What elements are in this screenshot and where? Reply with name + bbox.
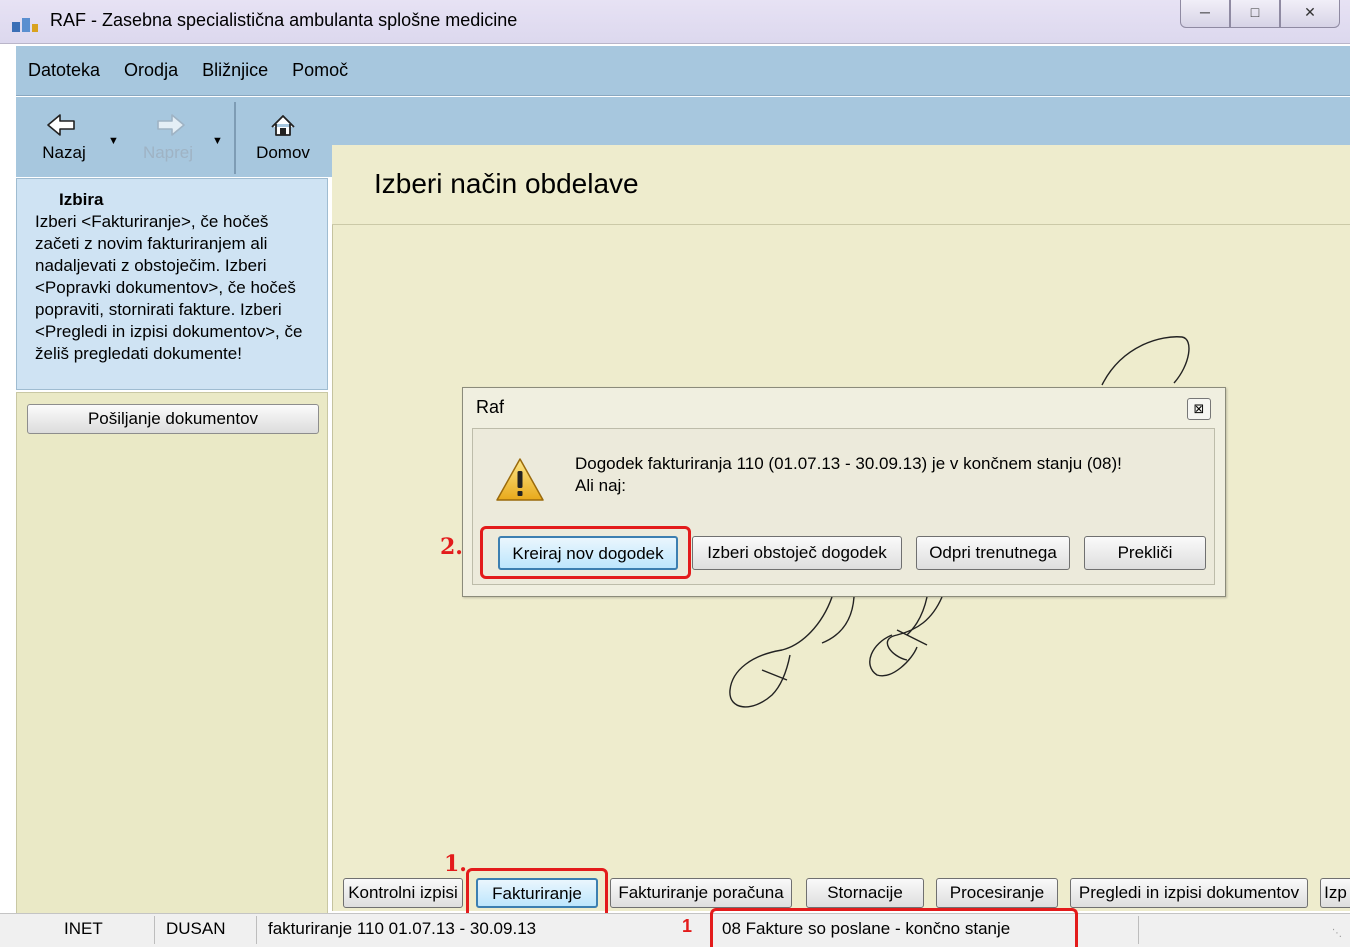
status-separator: [1138, 916, 1139, 944]
status-connection: INET: [64, 919, 103, 938]
menu-pomoc[interactable]: Pomoč: [292, 60, 348, 81]
back-button[interactable]: Nazaj: [24, 97, 104, 175]
page-title: Izberi način obdelave: [374, 168, 639, 199]
window-title: RAF - Zasebna specialistična ambulanta s…: [50, 10, 518, 30]
home-icon: [271, 115, 295, 136]
status-separator: [256, 916, 257, 944]
step-1-label: 1.: [444, 851, 467, 877]
back-label: Nazaj: [42, 143, 86, 162]
tab-processing[interactable]: Procesiranje: [936, 878, 1058, 908]
forward-label: Naprej: [142, 143, 194, 162]
send-documents-button[interactable]: Pošiljanje dokumentov: [27, 404, 319, 434]
dialog-close-icon[interactable]: ⊠: [1187, 398, 1211, 420]
help-text: Izberi <Fakturiranje>, če hočeš začeti z…: [35, 212, 303, 363]
window-controls: ─ □ ✕: [1180, 0, 1340, 30]
help-title: Izbira: [59, 190, 104, 209]
arrow-right-icon: [157, 114, 185, 136]
status-user: DUSAN: [166, 919, 226, 938]
menu-orodja[interactable]: Orodja: [124, 60, 178, 81]
close-icon[interactable]: ✕: [1280, 0, 1340, 28]
status-state-highlight: [710, 908, 1078, 947]
step-2-highlight: [480, 526, 691, 579]
forward-dropdown-icon[interactable]: ▼: [212, 135, 223, 147]
toolbar-separator: [234, 102, 236, 174]
tab-prints-partial[interactable]: Izp: [1320, 878, 1350, 908]
back-dropdown-icon[interactable]: ▼: [108, 135, 119, 147]
menu-bliznjice[interactable]: Bližnjice: [202, 60, 268, 81]
select-existing-event-button[interactable]: Izberi obstoječ dogodek: [692, 536, 902, 570]
forward-button[interactable]: Naprej: [128, 97, 208, 175]
minimize-icon[interactable]: ─: [1180, 0, 1230, 28]
app-icon: [12, 18, 38, 32]
cancel-button[interactable]: Prekliči: [1084, 536, 1206, 570]
dialog-question: Ali naj:: [575, 476, 627, 495]
status-billing: fakturiranje 110 01.07.13 - 30.09.13: [268, 919, 537, 938]
home-label: Domov: [256, 143, 310, 162]
menu-datoteka[interactable]: Datoteka: [28, 60, 100, 81]
dialog-title: Raf: [476, 397, 505, 417]
dialog-message: Dogodek fakturiranja 110 (01.07.13 - 30.…: [575, 454, 1122, 473]
menu-bar: Datoteka Orodja Bližnjice Pomoč: [16, 46, 1350, 96]
tab-control-prints[interactable]: Kontrolni izpisi: [343, 878, 463, 908]
arrow-left-icon: [47, 114, 75, 136]
help-panel: Izbira Izberi <Fakturiranje>, če hočeš z…: [16, 178, 328, 390]
step-2-label: 2.: [440, 534, 463, 560]
warning-icon: [496, 458, 544, 501]
left-panel: [16, 392, 328, 914]
maximize-icon[interactable]: □: [1230, 0, 1280, 28]
open-current-button[interactable]: Odpri trenutnega: [916, 536, 1070, 570]
tab-document-reviews[interactable]: Pregledi in izpisi dokumentov: [1070, 878, 1308, 908]
status-separator: [154, 916, 155, 944]
tab-billing-settlement[interactable]: Fakturiranje poračuna: [610, 878, 792, 908]
resize-grip-icon[interactable]: ⋱: [1332, 928, 1342, 939]
status-state-code: 1: [682, 916, 693, 936]
home-button[interactable]: Domov: [248, 97, 318, 175]
tab-cancellations[interactable]: Stornacije: [806, 878, 924, 908]
